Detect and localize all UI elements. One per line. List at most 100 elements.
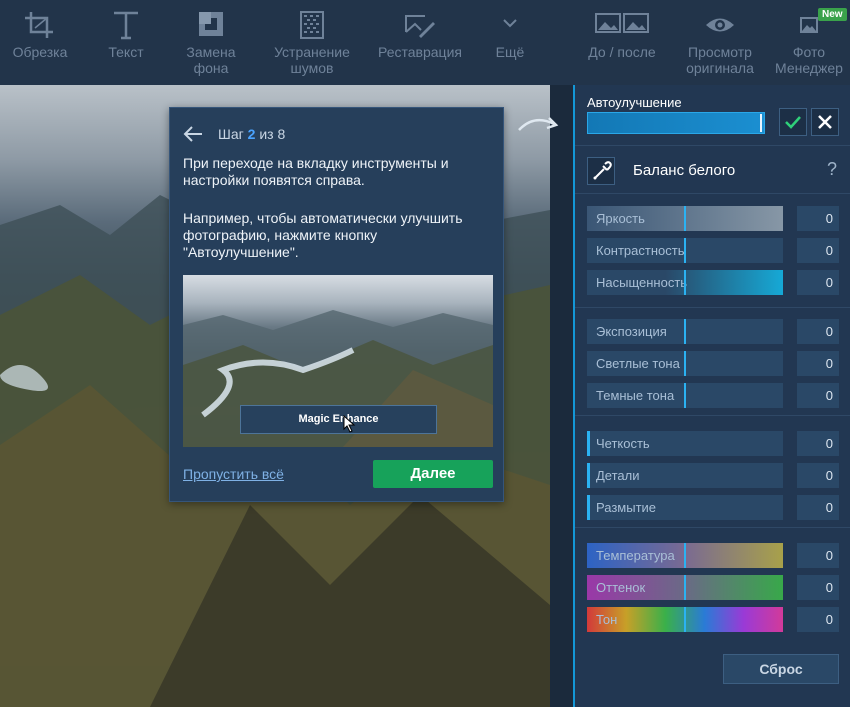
slider-label: Детали xyxy=(596,468,640,483)
photo-manager-label: Фото Менеджер xyxy=(775,44,843,76)
slider-blur[interactable]: Размытие xyxy=(587,495,783,520)
slider-value-blur[interactable]: 0 xyxy=(797,495,839,520)
slider-value-shadows[interactable]: 0 xyxy=(797,383,839,408)
divider xyxy=(575,193,850,194)
chevron-down-icon xyxy=(503,19,517,28)
cancel-button[interactable] xyxy=(811,108,839,136)
eye-icon xyxy=(706,18,734,32)
text-icon xyxy=(114,11,138,40)
slider-start-marker xyxy=(587,495,590,520)
crop-label: Обрезка xyxy=(12,44,68,60)
slider-knob[interactable] xyxy=(684,206,686,231)
background-tool[interactable]: Замена фона xyxy=(172,0,250,85)
slider-label: Размытие xyxy=(596,500,657,515)
before-after-tool[interactable]: До / после xyxy=(578,0,666,85)
cursor-icon xyxy=(343,415,356,433)
slider-knob[interactable] xyxy=(684,319,686,344)
reset-button[interactable]: Сброс xyxy=(723,654,839,684)
apply-button[interactable] xyxy=(779,108,807,136)
slider-value-clarity[interactable]: 0 xyxy=(797,431,839,456)
magic-enhance-preview-button: Magic Enhance xyxy=(240,405,437,434)
slider-highlights[interactable]: Светлые тона xyxy=(587,351,783,376)
slider-label: Оттенок xyxy=(596,580,646,595)
slider-value-temperature[interactable]: 0 xyxy=(797,543,839,568)
slider-knob[interactable] xyxy=(684,383,686,408)
white-balance-label: Баланс белого xyxy=(633,162,736,179)
slider-shadows[interactable]: Темные тона xyxy=(587,383,783,408)
auto-enhance-label: Автоулучшение xyxy=(587,95,682,110)
pointer-arrow-icon xyxy=(518,117,559,131)
restore-label: Реставрация xyxy=(378,44,462,60)
before-after-icon xyxy=(595,13,649,33)
slider-label: Светлые тона xyxy=(596,356,680,371)
back-arrow-icon[interactable] xyxy=(182,124,204,144)
check-icon xyxy=(785,116,801,129)
denoise-icon xyxy=(300,11,324,39)
slider-start-marker xyxy=(587,463,590,488)
slider-value-highlights[interactable]: 0 xyxy=(797,351,839,376)
text-tool[interactable]: Текст xyxy=(88,0,164,85)
restore-tool[interactable]: Реставрация xyxy=(368,0,472,85)
slider-label: Температура xyxy=(596,548,675,563)
denoise-label: Устранение шумов xyxy=(274,44,350,76)
more-tool[interactable]: Ещё xyxy=(478,0,542,85)
slider-contrast[interactable]: Контрастность xyxy=(587,238,783,263)
slider-value-brightness[interactable]: 0 xyxy=(797,206,839,231)
slider-label: Экспозиция xyxy=(596,324,667,339)
divider xyxy=(575,145,850,146)
slider-knob[interactable] xyxy=(684,238,686,263)
step-suffix: из 8 xyxy=(259,126,286,142)
adjustments-panel: Автоулучшение Баланс белого ? Сброс Ярко… xyxy=(573,85,850,707)
divider xyxy=(575,527,850,528)
view-original-tool[interactable]: Просмотр оригинала xyxy=(678,0,762,85)
close-icon xyxy=(818,115,832,129)
divider xyxy=(575,307,850,308)
tour-text-2: Например, чтобы автоматически улучшить ф… xyxy=(183,210,463,260)
slider-hue[interactable]: Тон xyxy=(587,607,783,632)
slider-knob[interactable] xyxy=(684,607,686,632)
slider-value-hue[interactable]: 0 xyxy=(797,607,839,632)
slider-tint[interactable]: Оттенок xyxy=(587,575,783,600)
slider-brightness[interactable]: Яркость xyxy=(587,206,783,231)
help-icon[interactable]: ? xyxy=(827,159,837,180)
slider-value-contrast[interactable]: 0 xyxy=(797,238,839,263)
slider-knob[interactable] xyxy=(684,270,686,295)
auto-enhance-slider[interactable] xyxy=(587,112,765,134)
slider-start-marker xyxy=(587,431,590,456)
slider-label: Яркость xyxy=(596,211,645,226)
slider-clarity[interactable]: Четкость xyxy=(587,431,783,456)
restore-icon xyxy=(405,15,435,38)
step-counter: Шаг 2 из 8 xyxy=(218,126,285,142)
view-original-label: Просмотр оригинала xyxy=(686,44,754,76)
slider-value-saturation[interactable]: 0 xyxy=(797,270,839,295)
slider-value-tint[interactable]: 0 xyxy=(797,575,839,600)
skip-all-link[interactable]: Пропустить всё xyxy=(183,466,284,482)
slider-saturation[interactable]: Насыщенность xyxy=(587,270,783,295)
step-current: 2 xyxy=(247,126,256,142)
slider-details[interactable]: Детали xyxy=(587,463,783,488)
slider-knob[interactable] xyxy=(684,575,686,600)
tour-text-1: При переходе на вкладку инструменты и на… xyxy=(183,155,449,188)
slider-label: Четкость xyxy=(596,436,650,451)
denoise-tool[interactable]: Устранение шумов xyxy=(262,0,362,85)
white-balance-picker-button[interactable] xyxy=(587,157,615,185)
background-icon xyxy=(199,12,223,36)
slider-exposure[interactable]: Экспозиция xyxy=(587,319,783,344)
slider-label: Контрастность xyxy=(596,243,685,258)
slider-knob[interactable] xyxy=(684,543,686,568)
slider-value-details[interactable]: 0 xyxy=(797,463,839,488)
slider-label: Тон xyxy=(596,612,618,627)
onboarding-tour-dialog: Шаг 2 из 8 При переходе на вкладку инстр… xyxy=(169,107,504,502)
eyedropper-icon xyxy=(593,161,612,180)
next-button[interactable]: Далее xyxy=(373,460,493,488)
slider-label: Темные тона xyxy=(596,388,675,403)
top-toolbar: Обрезка Текст Замена фона Устранение шум… xyxy=(0,0,850,85)
crop-tool[interactable]: Обрезка xyxy=(2,0,78,85)
slider-value-exposure[interactable]: 0 xyxy=(797,319,839,344)
background-label: Замена фона xyxy=(186,44,236,76)
before-after-label: До / после xyxy=(588,44,656,60)
text-label: Текст xyxy=(108,44,144,60)
divider xyxy=(575,415,850,416)
slider-knob[interactable] xyxy=(684,351,686,376)
slider-temperature[interactable]: Температура xyxy=(587,543,783,568)
